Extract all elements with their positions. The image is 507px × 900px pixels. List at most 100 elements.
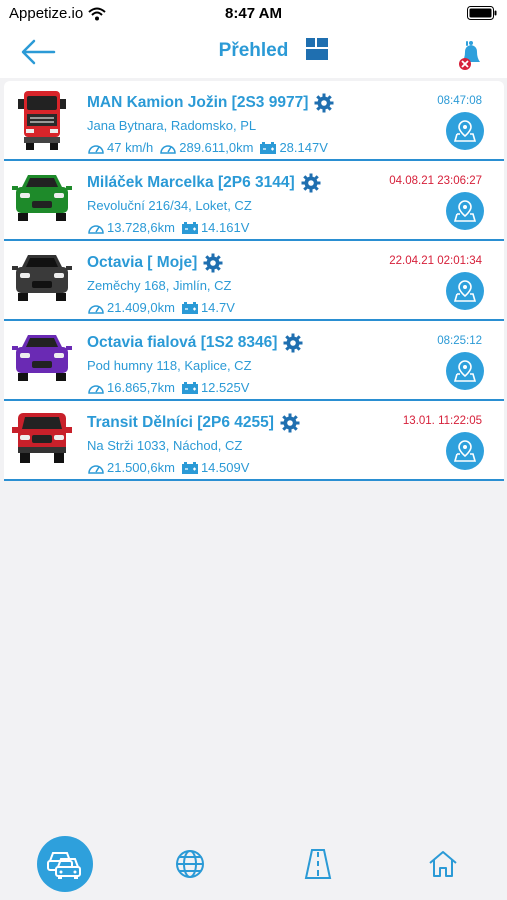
odometer-stat: 13.728,6km bbox=[87, 220, 175, 235]
status-time: 8:47 AM bbox=[225, 5, 282, 22]
speedometer-icon bbox=[88, 464, 104, 474]
vehicle-address: Zeměchy 168, Jimlín, CZ bbox=[87, 278, 232, 293]
speedometer-icon bbox=[88, 144, 104, 154]
tab-home[interactable] bbox=[415, 836, 471, 892]
vehicle-card[interactable]: Octavia fialová [1S2 8346] Pod humny 118… bbox=[4, 321, 504, 401]
gear-icon[interactable] bbox=[203, 253, 223, 273]
show-on-map-button[interactable] bbox=[446, 432, 484, 470]
speedometer-icon bbox=[88, 304, 104, 314]
odometer-value: 21.409,0km bbox=[107, 300, 175, 315]
red-van-icon bbox=[12, 413, 72, 463]
vehicle-name-label: Transit Dělníci [2P6 4255] bbox=[87, 414, 274, 431]
nav-bar: Přehled bbox=[0, 26, 507, 78]
vehicle-name[interactable]: Octavia [ Moje] bbox=[87, 253, 223, 273]
vehicle-card[interactable]: Octavia [ Moje] Zeměchy 168, Jimlín, CZ … bbox=[4, 241, 504, 321]
odometer-stat: 21.409,0km bbox=[87, 300, 175, 315]
grid-icon bbox=[306, 38, 328, 60]
vehicle-name[interactable]: Octavia fialová [1S2 8346] bbox=[87, 333, 303, 353]
vehicle-timestamp: 04.08.21 23:06:27 bbox=[389, 175, 482, 187]
map-pin-icon bbox=[453, 280, 477, 302]
vehicle-timestamp: 08:25:12 bbox=[437, 335, 482, 347]
gear-icon[interactable] bbox=[301, 173, 321, 193]
vehicle-address: Revoluční 216/34, Loket, CZ bbox=[87, 198, 252, 213]
vehicle-address: Jana Bytnara, Radomsko, PL bbox=[87, 118, 257, 133]
grid-view-button[interactable] bbox=[306, 38, 328, 60]
gear-icon[interactable] bbox=[283, 333, 303, 353]
car-battery-icon bbox=[181, 221, 198, 234]
car-battery-icon bbox=[260, 141, 277, 154]
battery-stat: 14.7V bbox=[181, 300, 235, 315]
vehicle-name[interactable]: MAN Kamion Jožin [2S3 9977] bbox=[87, 93, 334, 113]
map-pin-icon bbox=[453, 120, 477, 142]
battery-value: 28.147V bbox=[279, 140, 328, 155]
battery-stat: 14.509V bbox=[181, 460, 249, 475]
vehicle-address: Pod humny 118, Kaplice, CZ bbox=[87, 358, 252, 373]
vehicle-stats: 47 km/h 289.611,0km 28.147V bbox=[87, 140, 328, 155]
vehicle-name-label: Miláček Marcelka [2P6 3144] bbox=[87, 174, 295, 191]
map-pin-icon bbox=[453, 360, 477, 382]
odometer-stat: 16.865,7km bbox=[87, 380, 175, 395]
speedometer-icon bbox=[88, 384, 104, 394]
vehicle-timestamp: 22.04.21 02:01:34 bbox=[389, 255, 482, 267]
show-on-map-button[interactable] bbox=[446, 352, 484, 390]
odometer-stat: 21.500,6km bbox=[87, 460, 175, 475]
vehicle-card[interactable]: Miláček Marcelka [2P6 3144] Revoluční 21… bbox=[4, 161, 504, 241]
green-car-icon bbox=[12, 175, 72, 221]
vehicle-timestamp: 13.01. 11:22:05 bbox=[402, 415, 482, 427]
vehicle-name-label: Octavia [ Moje] bbox=[87, 254, 198, 271]
battery-value: 14.161V bbox=[200, 220, 250, 235]
page-title: Přehled bbox=[218, 40, 289, 61]
vehicle-stats: 16.865,7km 12.525V bbox=[87, 380, 249, 395]
vehicle-stats: 13.728,6km 14.161V bbox=[87, 220, 249, 235]
battery-stat: 14.161V bbox=[181, 220, 249, 235]
vehicle-card[interactable]: Transit Dělníci [2P6 4255] Na Strži 1033… bbox=[4, 401, 504, 481]
bell-off-icon bbox=[459, 41, 480, 70]
red-truck-icon bbox=[18, 91, 66, 150]
car-battery-icon bbox=[181, 381, 198, 394]
tab-map[interactable] bbox=[162, 836, 218, 892]
vehicle-name-label: MAN Kamion Jožin [2S3 9977] bbox=[87, 94, 309, 111]
tab-trips[interactable] bbox=[290, 836, 346, 892]
vehicle-stats: 21.500,6km 14.509V bbox=[87, 460, 249, 475]
vehicle-name-label: Octavia fialová [1S2 8346] bbox=[87, 334, 278, 351]
tab-vehicles[interactable] bbox=[37, 836, 93, 892]
vehicle-name[interactable]: Transit Dělníci [2P6 4255] bbox=[87, 413, 300, 433]
speed-stat: 47 km/h bbox=[87, 140, 153, 155]
speedometer-icon bbox=[88, 224, 104, 234]
odometer-value: 289.611,0km bbox=[179, 140, 254, 155]
map-pin-icon bbox=[453, 200, 477, 222]
gear-icon[interactable] bbox=[280, 413, 300, 433]
odometer-value: 13.728,6km bbox=[107, 220, 175, 235]
vehicle-card[interactable]: MAN Kamion Jožin [2S3 9977] Jana Bytnara… bbox=[4, 81, 504, 161]
speedometer-icon bbox=[160, 144, 177, 154]
map-pin-icon bbox=[453, 440, 477, 462]
battery-icon bbox=[467, 6, 497, 20]
status-bar: Appetize.io 8:47 AM bbox=[0, 0, 507, 26]
home-icon bbox=[429, 851, 457, 877]
cars-icon bbox=[47, 852, 81, 879]
tab-bar bbox=[0, 830, 507, 900]
vehicle-address: Na Strži 1033, Náchod, CZ bbox=[87, 438, 243, 453]
gear-icon[interactable] bbox=[314, 93, 334, 113]
alarm-button[interactable] bbox=[456, 38, 488, 70]
battery-stat: 28.147V bbox=[259, 140, 328, 155]
globe-icon bbox=[176, 850, 204, 878]
odometer-stat: 289.611,0km bbox=[159, 140, 253, 155]
road-icon bbox=[304, 849, 332, 879]
show-on-map-button[interactable] bbox=[446, 272, 484, 310]
vehicle-name[interactable]: Miláček Marcelka [2P6 3144] bbox=[87, 173, 321, 193]
battery-value: 12.525V bbox=[200, 380, 250, 395]
odometer-value: 16.865,7km bbox=[107, 380, 175, 395]
battery-stat: 12.525V bbox=[181, 380, 249, 395]
car-battery-icon bbox=[181, 461, 198, 474]
battery-value: 14.509V bbox=[200, 460, 250, 475]
show-on-map-button[interactable] bbox=[446, 192, 484, 230]
battery-value: 14.7V bbox=[200, 300, 235, 315]
odometer-value: 21.500,6km bbox=[107, 460, 175, 475]
purple-car-icon bbox=[12, 335, 72, 381]
car-battery-icon bbox=[181, 301, 198, 314]
vehicle-stats: 21.409,0km 14.7V bbox=[87, 300, 235, 315]
vehicle-timestamp: 08:47:08 bbox=[437, 95, 482, 107]
show-on-map-button[interactable] bbox=[446, 112, 484, 150]
black-car-icon bbox=[12, 255, 72, 301]
